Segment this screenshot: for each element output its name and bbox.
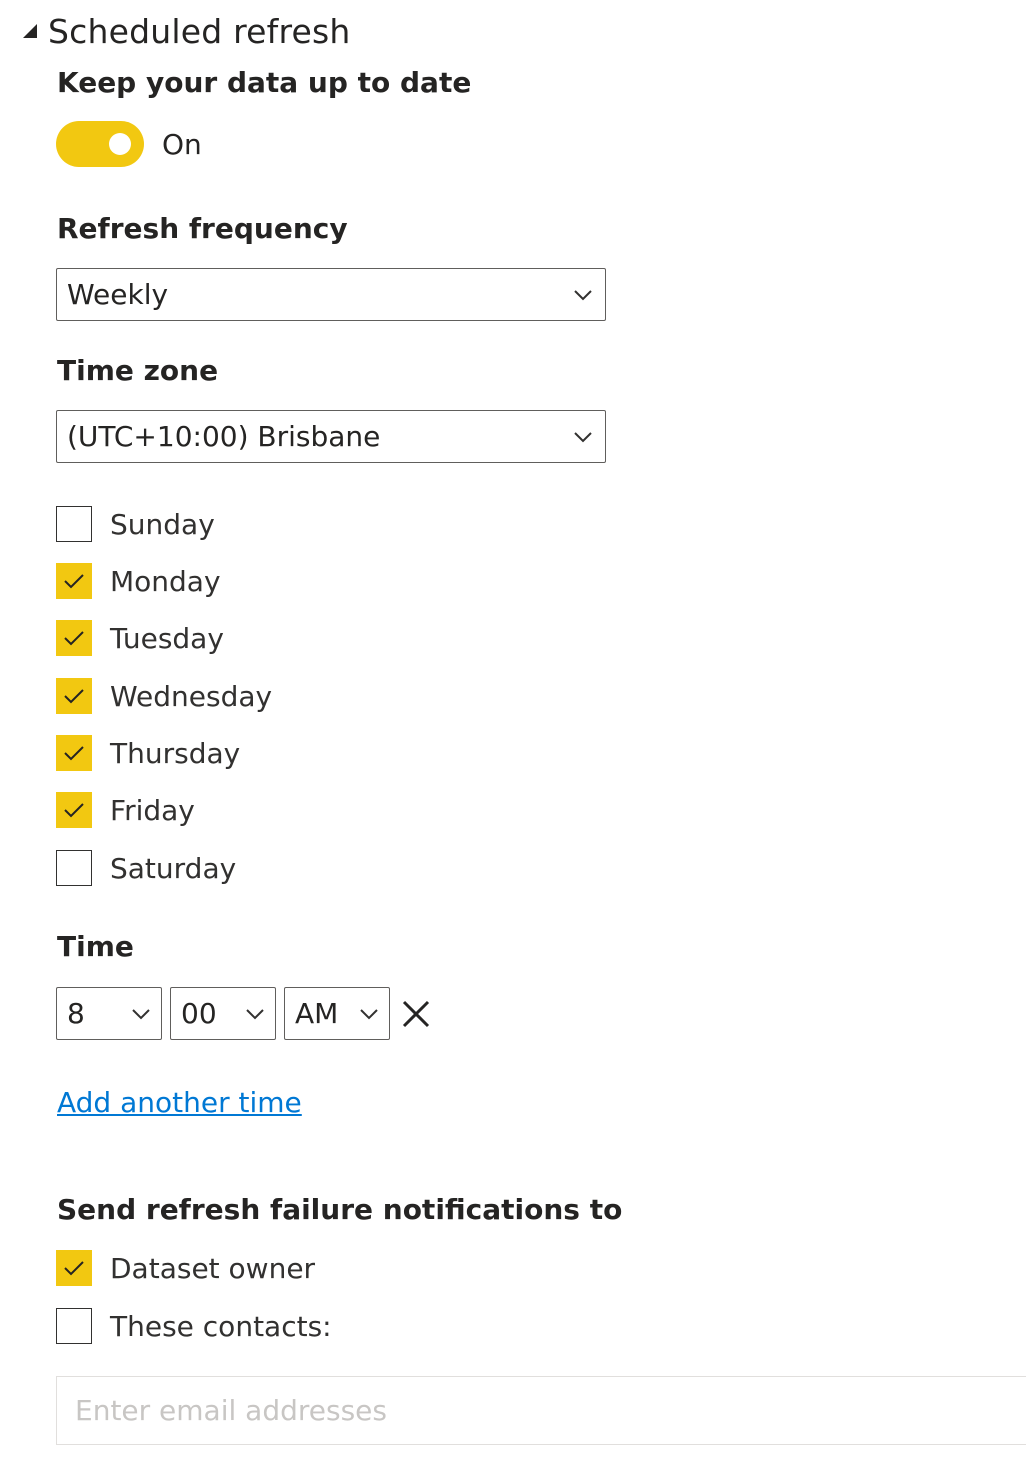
day-checkbox-friday[interactable]: Friday [56, 792, 195, 828]
refresh-frequency-label: Refresh frequency [57, 212, 348, 245]
refresh-frequency-value: Weekly [67, 278, 169, 311]
keep-up-to-date-toggle-row: On [56, 121, 202, 167]
section-title: Scheduled refresh [48, 11, 351, 51]
checkmark-icon [64, 746, 84, 761]
checkbox-box[interactable] [56, 792, 92, 828]
add-another-time-link[interactable]: Add another time [57, 1086, 302, 1119]
checkmark-icon [64, 631, 84, 646]
day-label: Friday [110, 793, 195, 827]
day-label: Thursday [110, 736, 241, 770]
checkbox-box[interactable] [56, 1308, 92, 1344]
checkbox-box[interactable] [56, 1250, 92, 1286]
day-checkbox-wednesday[interactable]: Wednesday [56, 678, 272, 714]
keep-up-to-date-toggle[interactable] [56, 121, 144, 167]
time-label: Time [57, 930, 134, 963]
day-checkbox-saturday[interactable]: Saturday [56, 850, 236, 886]
day-label: Sunday [110, 507, 215, 541]
time-zone-value: (UTC+10:00) Brisbane [67, 420, 381, 453]
checkmark-icon [64, 803, 84, 818]
notifications-label: Send refresh failure notifications to [57, 1193, 623, 1226]
keep-up-to-date-label: Keep your data up to date [57, 66, 472, 99]
hour-dropdown[interactable]: 8 [56, 987, 162, 1040]
day-label: Saturday [110, 851, 237, 885]
toggle-knob [109, 133, 131, 155]
day-label: Monday [110, 564, 221, 598]
minute-value: 00 [181, 997, 217, 1030]
email-addresses-input[interactable] [56, 1376, 1026, 1445]
day-label: Wednesday [110, 679, 273, 713]
checkbox-box[interactable] [56, 735, 92, 771]
chevron-down-icon [359, 1008, 379, 1020]
checkbox-box[interactable] [56, 850, 92, 886]
day-checkbox-sunday[interactable]: Sunday [56, 506, 215, 542]
refresh-frequency-dropdown[interactable]: Weekly [56, 268, 606, 321]
day-checkbox-tuesday[interactable]: Tuesday [56, 620, 224, 656]
collapse-triangle-icon [22, 21, 42, 41]
notify-option-label: These contacts: [110, 1309, 332, 1343]
checkmark-icon [64, 1261, 84, 1276]
notify-option-label: Dataset owner [110, 1251, 316, 1285]
time-zone-label: Time zone [57, 354, 219, 387]
section-header-scheduled-refresh[interactable]: Scheduled refresh [22, 8, 351, 54]
chevron-down-icon [573, 431, 593, 443]
am-pm-value: AM [295, 997, 339, 1030]
am-pm-dropdown[interactable]: AM [284, 987, 390, 1040]
minute-dropdown[interactable]: 00 [170, 987, 276, 1040]
day-checkbox-monday[interactable]: Monday [56, 563, 221, 599]
checkmark-icon [64, 574, 84, 589]
close-icon[interactable] [398, 996, 434, 1032]
time-zone-dropdown[interactable]: (UTC+10:00) Brisbane [56, 410, 606, 463]
checkbox-box[interactable] [56, 620, 92, 656]
chevron-down-icon [245, 1008, 265, 1020]
checkmark-icon [64, 689, 84, 704]
checkbox-box[interactable] [56, 678, 92, 714]
checkbox-box[interactable] [56, 563, 92, 599]
checkbox-box[interactable] [56, 506, 92, 542]
hour-value: 8 [67, 997, 85, 1030]
chevron-down-icon [131, 1008, 151, 1020]
toggle-state-label: On [162, 127, 202, 161]
day-checkbox-thursday[interactable]: Thursday [56, 735, 240, 771]
notify-dataset-owner-checkbox[interactable]: Dataset owner [56, 1250, 315, 1286]
notify-these-contacts-checkbox[interactable]: These contacts: [56, 1308, 332, 1344]
chevron-down-icon [573, 289, 593, 301]
day-label: Tuesday [110, 621, 224, 655]
